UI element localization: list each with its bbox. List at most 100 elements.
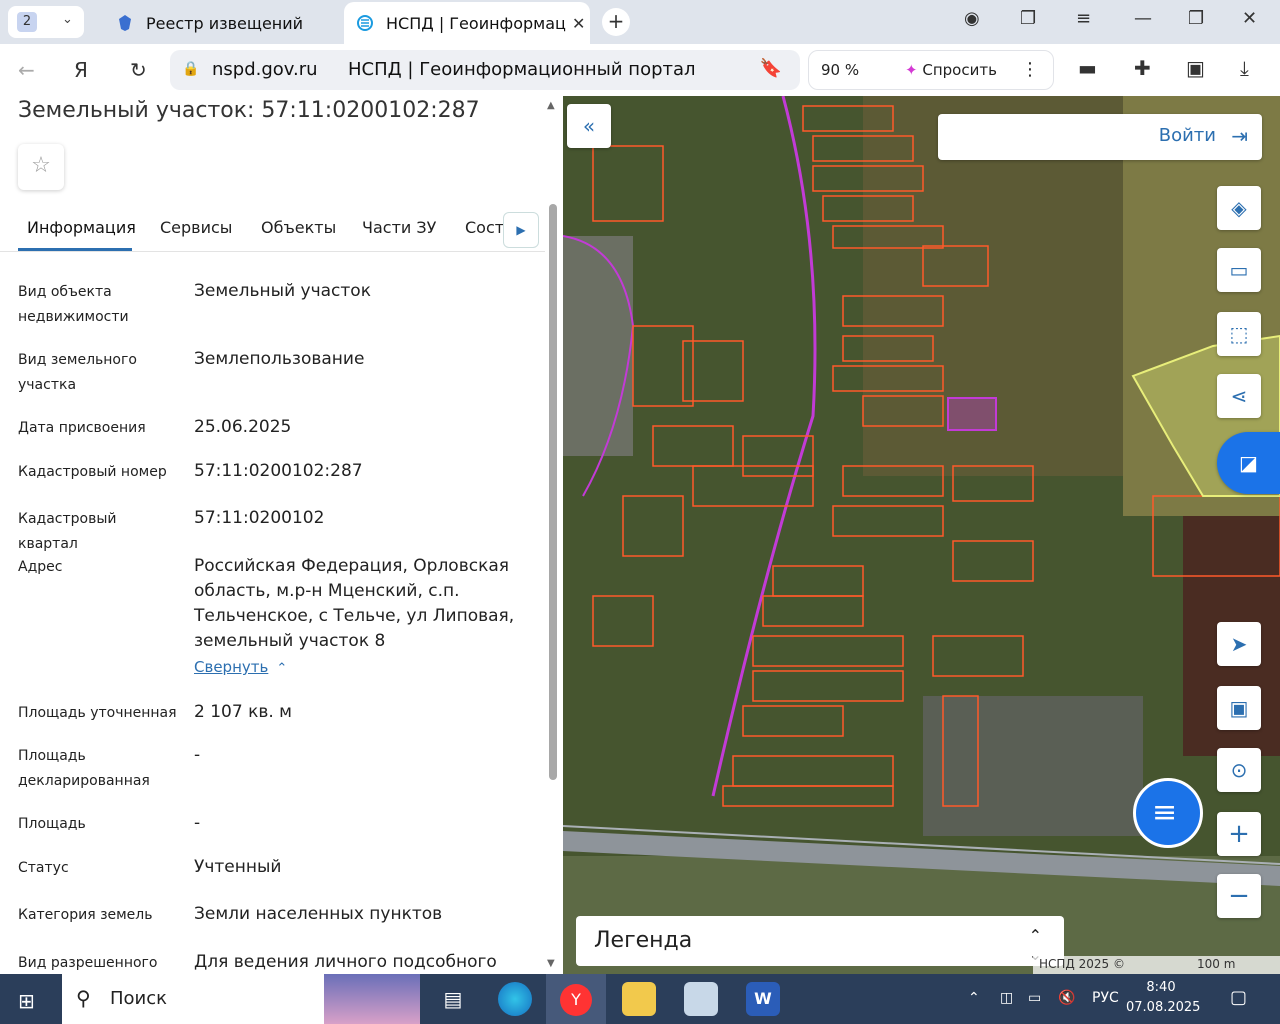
- scroll-up-icon[interactable]: ▲: [547, 100, 555, 111]
- ask-label: Спросить: [922, 61, 997, 79]
- row-value: 57:11:0200102: [194, 508, 325, 528]
- share-icon[interactable]: ⋖: [1217, 374, 1261, 418]
- geolocate-icon[interactable]: ➤: [1217, 622, 1261, 666]
- taskbar-search[interactable]: ⚲ Поиск: [62, 974, 420, 1024]
- row-value: -: [194, 745, 201, 765]
- emblem-icon: [119, 15, 131, 31]
- zoom-level[interactable]: 90 %: [821, 61, 859, 79]
- input-language[interactable]: РУС: [1092, 990, 1119, 1006]
- edge-icon[interactable]: [498, 982, 532, 1016]
- login-label: Войти: [1158, 125, 1216, 146]
- panel-scrollbar[interactable]: ▲ ▼: [547, 100, 559, 974]
- search-icon: ⚲: [76, 986, 91, 1010]
- zoom-in-icon[interactable]: +: [1217, 812, 1261, 856]
- search-label: Поиск: [110, 988, 168, 1009]
- scrollbar-thumb[interactable]: [549, 204, 557, 780]
- login-button[interactable]: Войти ⇥: [938, 114, 1262, 160]
- search-location-icon[interactable]: ⊙: [1217, 748, 1261, 792]
- collapse-panel-icon[interactable]: «: [567, 104, 611, 148]
- app-avatar-icon[interactable]: [684, 982, 718, 1016]
- favorite-star-icon[interactable]: ☆: [18, 144, 64, 190]
- chat-button[interactable]: ≡: [1133, 778, 1203, 848]
- downloads-shelf-icon[interactable]: ▬: [1078, 56, 1097, 80]
- tab-services[interactable]: Сервисы: [160, 218, 232, 237]
- row-value: -: [194, 813, 201, 833]
- page-title: Земельный участок: 57:11:0200102:287: [18, 98, 480, 123]
- tab-information[interactable]: Информация: [27, 218, 136, 237]
- address-toolbar: ← Я ↻ 🔒 nspd.gov.ru НСПД | Геоинформацио…: [0, 44, 1280, 96]
- row-value: Земельный участок: [194, 281, 371, 301]
- chat-icon: ≡: [1152, 795, 1178, 830]
- url-bar[interactable]: 🔒 nspd.gov.ru НСПД | Геоинформационный п…: [170, 50, 800, 90]
- clock-time: 8:40: [1146, 980, 1176, 995]
- row-key: Категория земель: [18, 907, 153, 923]
- extensions-icon[interactable]: ✚: [1134, 56, 1151, 80]
- zoom-out-icon[interactable]: −: [1217, 874, 1261, 918]
- collapse-link[interactable]: Свернуть ⌃: [194, 658, 287, 676]
- meet-icon[interactable]: ◫: [1000, 990, 1013, 1006]
- row-key: Кадастровый квартал: [18, 511, 117, 552]
- profile-icon[interactable]: ◉: [964, 8, 980, 29]
- yandex-icon[interactable]: Я: [74, 58, 88, 82]
- info-panel: Земельный участок: 57:11:0200102:287 ☆ И…: [0, 96, 563, 974]
- tab-composition[interactable]: Соста: [465, 218, 503, 237]
- legend-bar[interactable]: Легенда ⌃ ⌄: [576, 916, 1064, 966]
- tab-parts[interactable]: Части ЗУ: [362, 218, 436, 237]
- url-host: nspd.gov.ru: [212, 59, 318, 80]
- browser-tabstrip: 2 ⌄ Реестр извещений НСПД | Геоинформаци…: [0, 0, 1280, 44]
- map-view[interactable]: « Войти ⇥ ◈ ▭ ⬚ ⋖ ◪ ➤ ▣ ⊙ ≡ + − Легенда ⌃…: [563, 96, 1280, 974]
- bookmark-icon[interactable]: 🔖: [760, 58, 782, 79]
- tab-count-button[interactable]: 2 ⌄: [8, 6, 84, 38]
- selected-parcel[interactable]: [947, 397, 997, 431]
- area-select-icon[interactable]: ⬚: [1217, 312, 1261, 356]
- row-value: 2 107 кв. м: [194, 702, 292, 722]
- reload-icon[interactable]: ↻: [130, 58, 147, 82]
- lighthouse-widget-image: [324, 974, 420, 1024]
- tab-nspd[interactable]: НСПД | Геоинформаци ✕: [344, 2, 590, 44]
- row-key: Площадь декларированная: [18, 748, 150, 789]
- yandex-browser-app[interactable]: Y: [546, 974, 606, 1024]
- tabs-scroll-right-icon[interactable]: ▶: [503, 212, 539, 248]
- row-key: Площадь: [18, 816, 86, 832]
- row-key: Дата присвоения: [18, 420, 146, 436]
- notifications-icon[interactable]: ▢: [1230, 987, 1247, 1008]
- tab-objects[interactable]: Объекты: [261, 218, 336, 237]
- new-tab-button[interactable]: +: [602, 8, 630, 36]
- row-value: Учтенный: [194, 857, 282, 877]
- clock[interactable]: 8:40 07.08.2025: [1126, 978, 1200, 1018]
- ask-button[interactable]: ✦ Спросить: [905, 61, 997, 79]
- row-key: Площадь уточненная: [18, 705, 177, 721]
- scale-label: 100 m: [1197, 957, 1236, 971]
- windows-start-icon[interactable]: ⊞: [18, 989, 35, 1013]
- more-icon[interactable]: ⋮: [1021, 59, 1039, 80]
- minimap-icon[interactable]: ▣: [1217, 686, 1261, 730]
- word-icon[interactable]: W: [746, 982, 780, 1016]
- back-icon[interactable]: ←: [18, 58, 35, 82]
- tray-expand-icon[interactable]: ⌃: [968, 990, 980, 1006]
- row-value: 25.06.2025: [194, 417, 292, 437]
- close-tab-icon[interactable]: ✕: [572, 14, 585, 33]
- network-icon[interactable]: ▭: [1028, 990, 1041, 1006]
- address-value: Российская Федерация, Орловская область,…: [194, 556, 515, 651]
- tab-count: 2: [17, 12, 37, 32]
- restore-icon[interactable]: ❐: [1188, 8, 1204, 29]
- collections-icon[interactable]: ❐: [1020, 8, 1036, 29]
- tab-registry[interactable]: Реестр извещений: [104, 2, 340, 44]
- row-value: 57:11:0200102:287: [194, 461, 363, 481]
- layers-icon[interactable]: ◈: [1217, 186, 1261, 230]
- close-window-icon[interactable]: ✕: [1242, 8, 1257, 29]
- scroll-down-icon[interactable]: ▼: [547, 958, 555, 969]
- zoom-value: 90 %: [821, 61, 860, 79]
- volume-muted-icon[interactable]: 🔇: [1058, 990, 1075, 1006]
- screenshot-icon[interactable]: ▣: [1186, 56, 1205, 80]
- download-icon[interactable]: ⤓: [1240, 56, 1249, 80]
- cadastre-map-icon[interactable]: ◪: [1217, 432, 1280, 494]
- file-explorer-icon[interactable]: [622, 982, 656, 1016]
- minimize-icon[interactable]: —: [1134, 8, 1152, 29]
- lock-icon: 🔒: [182, 61, 200, 77]
- task-view-icon[interactable]: ▤: [436, 982, 470, 1016]
- tab-label: Реестр извещений: [146, 13, 304, 33]
- ruler-icon[interactable]: ▭: [1217, 248, 1261, 292]
- menu-icon[interactable]: ≡: [1076, 8, 1091, 29]
- row-key: Вид земельного участка: [18, 352, 137, 393]
